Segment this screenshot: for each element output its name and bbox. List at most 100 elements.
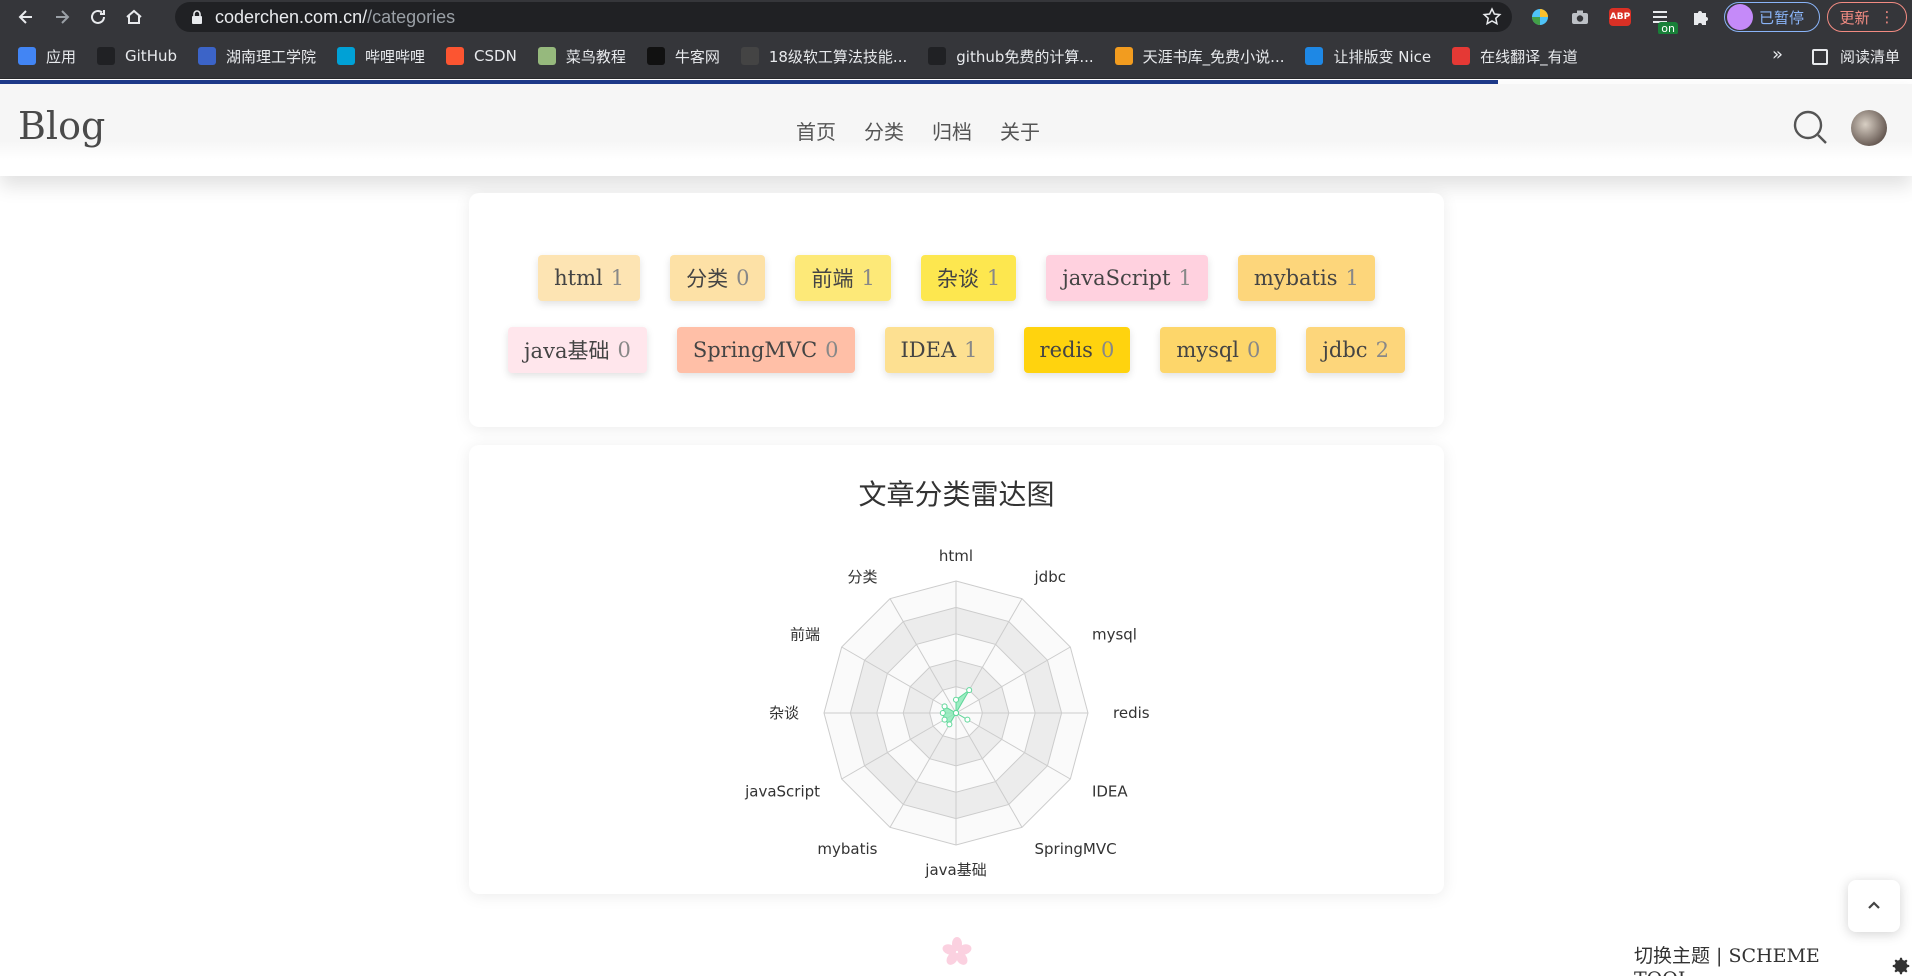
book-icon — [1114, 47, 1133, 65]
bookmark-item[interactable]: github免费的计算... — [928, 46, 1094, 67]
github-icon — [928, 47, 947, 65]
tag-name: mysql — [1176, 338, 1240, 362]
bookmark-item[interactable]: GitHub — [97, 47, 177, 65]
tag-name: IDEA — [900, 338, 957, 362]
tag-row-1: html 1 分类 0 前端 1 杂谈 1 javaScript 1 mybatis 1 — [469, 255, 1444, 301]
category-tag[interactable]: 前端 1 — [795, 255, 891, 301]
lock-icon — [192, 10, 202, 24]
more-bookmarks-button[interactable]: » — [1772, 44, 1783, 65]
profile-button[interactable]: 已暂停 — [1724, 2, 1820, 32]
radar-point[interactable] — [953, 696, 959, 703]
bookmark-label: 应用 — [46, 47, 77, 66]
bookmark-item[interactable]: CSDN — [446, 47, 517, 65]
search-icon[interactable] — [1791, 108, 1829, 146]
bookmark-label: GitHub — [125, 47, 177, 65]
category-tag[interactable]: html 1 — [538, 255, 641, 301]
bookmark-star-icon[interactable] — [1482, 7, 1502, 27]
radar-point[interactable] — [946, 721, 953, 728]
tag-count: 1 — [986, 266, 1001, 290]
site-header: Blog 首页 分类 归档 关于 — [0, 84, 1912, 176]
main-menu: 首页 分类 归档 关于 — [796, 116, 1040, 145]
bookmark-label: 天涯书库_免费小说... — [1142, 47, 1285, 66]
category-tag[interactable]: jdbc 2 — [1306, 327, 1405, 373]
radar-point[interactable] — [941, 703, 948, 710]
bilibili-icon — [337, 47, 356, 65]
bookmark-item[interactable]: 菜鸟教程 — [537, 46, 626, 67]
nice-icon — [1305, 47, 1324, 65]
youdao-icon — [1452, 47, 1471, 65]
update-button[interactable]: 更新 ⋮ — [1827, 2, 1907, 32]
tag-count: 0 — [617, 338, 631, 362]
bookmark-label: CSDN — [474, 47, 517, 65]
category-tag[interactable]: IDEA 1 — [884, 327, 994, 373]
user-avatar[interactable] — [1851, 110, 1887, 146]
site-brand[interactable]: Blog — [18, 104, 105, 148]
back-button[interactable] — [8, 0, 44, 34]
extensions-button[interactable] — [1688, 5, 1712, 29]
category-tag[interactable]: javaScript 1 — [1046, 255, 1208, 301]
bookmark-item[interactable]: 牛客网 — [646, 46, 720, 67]
menu-item-home[interactable]: 首页 — [796, 116, 836, 145]
tag-name: 杂谈 — [936, 267, 979, 291]
radar-indicator-label: java基础 — [924, 861, 986, 879]
extension-screenshot-button[interactable] — [1568, 5, 1592, 29]
bookmark-item[interactable]: 哔哩哔哩 — [337, 46, 425, 67]
extension-list-button[interactable]: on — [1648, 5, 1678, 35]
category-tag[interactable]: java基础 0 — [508, 327, 647, 373]
page-icon — [740, 47, 759, 65]
bookmark-label: 菜鸟教程 — [565, 47, 626, 66]
abp-icon: ABP — [1609, 8, 1631, 26]
radar-indicator-label: jdbc — [1034, 568, 1066, 586]
csdn-icon — [446, 47, 465, 65]
radar-point[interactable] — [966, 687, 973, 694]
bookmark-item[interactable]: 湖南理工学院 — [198, 46, 316, 67]
radar-indicator-label: 分类 — [847, 568, 877, 586]
extension-adblock-button[interactable]: ABP — [1608, 5, 1632, 29]
category-tag[interactable]: SpringMVC 0 — [676, 327, 855, 373]
category-tag[interactable]: mysql 0 — [1160, 327, 1277, 373]
tag-count: 0 — [825, 338, 839, 362]
tag-count: 1 — [964, 338, 978, 362]
radar-chart: html jdbc mysql redis IDEA SpringMVC java基础 myb… — [744, 547, 1150, 879]
radar-point[interactable] — [939, 710, 946, 716]
category-tag[interactable]: 杂谈 1 — [920, 255, 1017, 301]
camera-icon — [1572, 10, 1588, 24]
menu-item-about[interactable]: 关于 — [1000, 116, 1040, 145]
tag-count: 0 — [736, 266, 750, 290]
extension-color-button[interactable] — [1528, 5, 1552, 29]
bookmark-item[interactable]: 18级软工算法技能... — [740, 46, 908, 67]
tag-count: 1 — [1178, 266, 1192, 290]
radar-point[interactable] — [941, 716, 948, 723]
school-icon — [198, 47, 216, 65]
menu-item-categories[interactable]: 分类 — [864, 116, 904, 145]
back-to-top-button[interactable] — [1848, 880, 1900, 932]
bookmarks-bar: 应用 GitHub 湖南理工学院 哔哩哔哩 CSDN 菜鸟教程 牛客网 18级软工算法技能..… — [0, 34, 1912, 79]
bookmark-item[interactable]: 天涯书库_免费小说... — [1114, 46, 1285, 67]
tag-row-2: java基础 0 SpringMVC 0 IDEA 1 redis 0 mysql 0 jdbc 2 — [469, 327, 1444, 373]
home-button[interactable] — [116, 0, 152, 34]
forward-button[interactable] — [44, 0, 80, 34]
tag-count: 1 — [861, 266, 875, 290]
bookmark-item[interactable]: 应用 — [18, 46, 76, 67]
tag-count: 1 — [610, 266, 625, 290]
radar-point[interactable] — [953, 710, 959, 716]
reading-list-label: 阅读清单 — [1840, 48, 1901, 66]
reload-button[interactable] — [80, 0, 116, 34]
radar-point[interactable] — [964, 716, 971, 723]
bookmark-item[interactable]: 在线翻译_有道 — [1452, 46, 1578, 67]
scheme-tool[interactable]: 切换主题 | SCHEME TOOL — [1634, 941, 1912, 976]
tag-name: java基础 — [524, 339, 610, 363]
bookmark-item[interactable]: 让排版变 Nice — [1305, 46, 1431, 67]
tag-count: 0 — [1100, 338, 1115, 362]
menu-item-archive[interactable]: 归档 — [932, 116, 972, 145]
bookmark-label: 18级软工算法技能... — [768, 47, 908, 66]
tag-name: mybatis — [1253, 266, 1338, 290]
tag-name: javaScript — [1062, 266, 1171, 290]
reading-list-button[interactable]: 阅读清单 — [1812, 34, 1900, 79]
category-tag[interactable]: redis 0 — [1023, 327, 1131, 373]
address-bar[interactable]: coderchen.com.cn//categories — [175, 2, 1512, 32]
tag-name: redis — [1039, 338, 1093, 362]
category-tag[interactable]: mybatis 1 — [1237, 255, 1375, 301]
sakura-icon — [942, 937, 972, 965]
category-tag[interactable]: 分类 0 — [670, 255, 766, 301]
